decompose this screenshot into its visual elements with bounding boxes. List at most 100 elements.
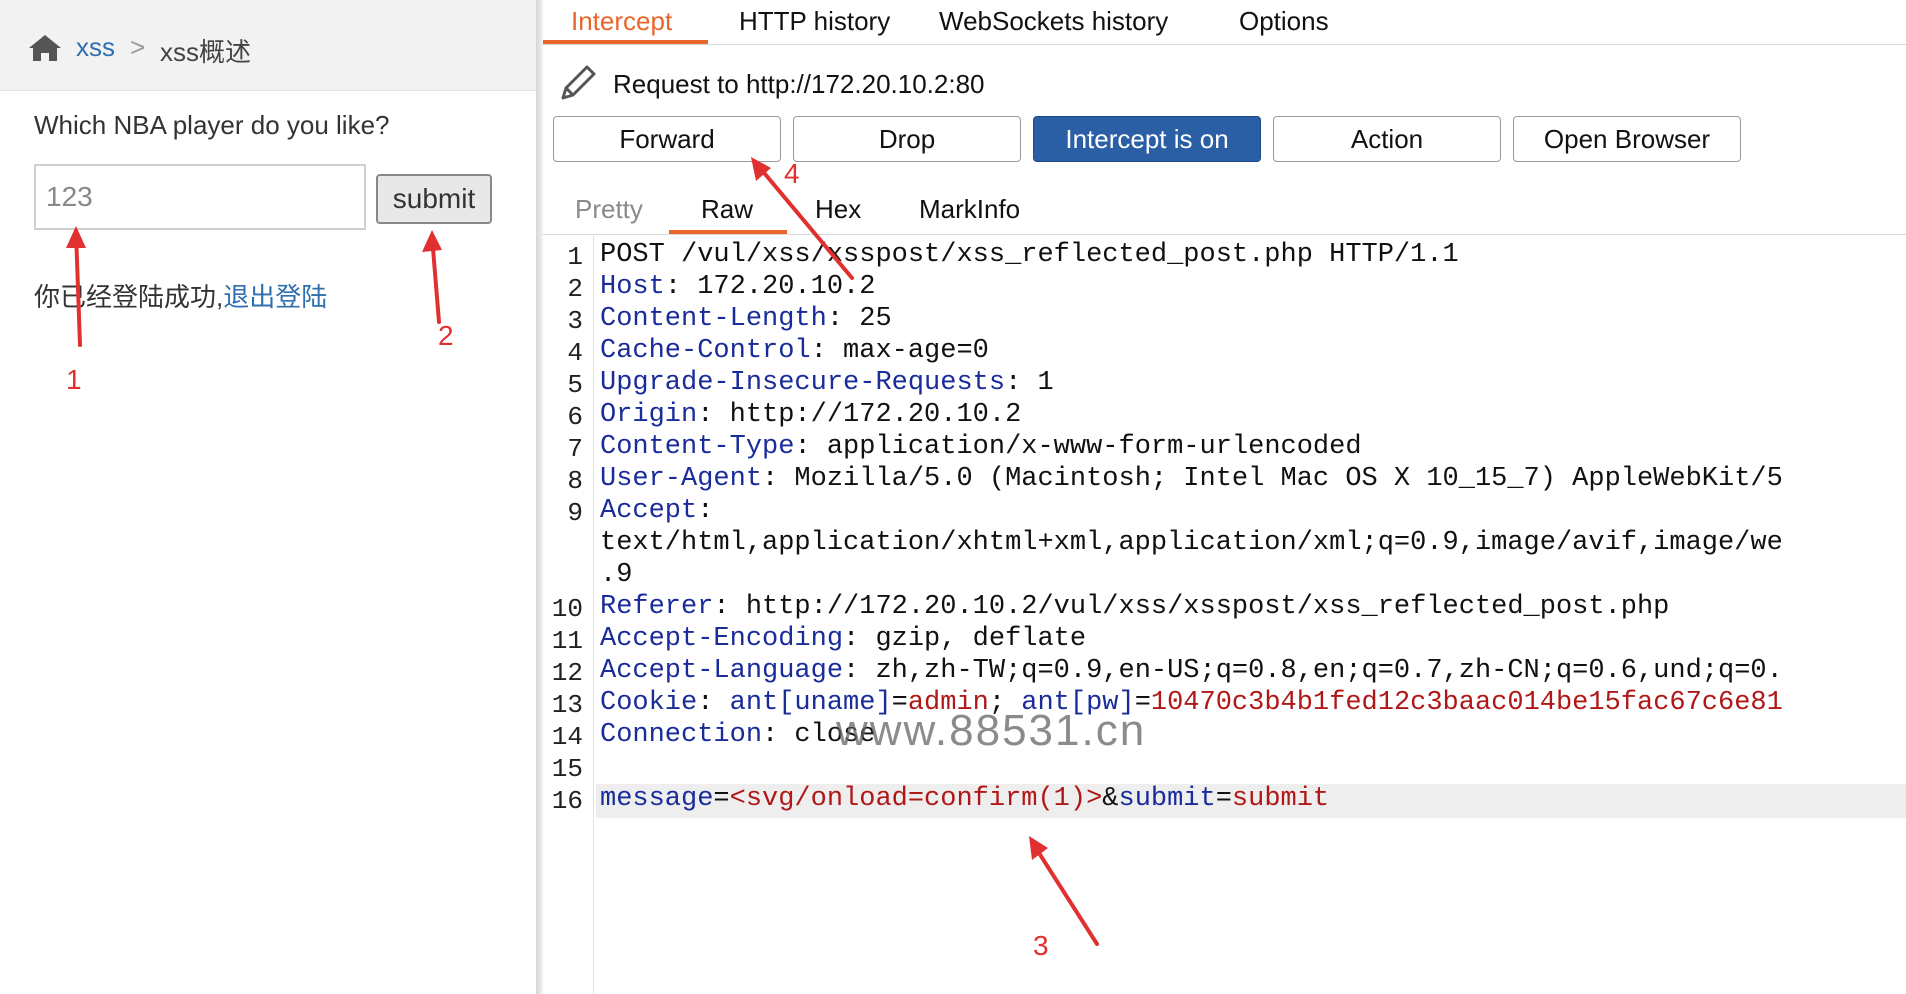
param-name: submit (1118, 784, 1216, 814)
line-number: 15 (551, 754, 583, 784)
message-view-tabs: Pretty Raw Hex MarkInfo (543, 186, 1906, 235)
header-value: : 25 (826, 304, 892, 334)
header-value: : http://172.20.10.2 (697, 400, 1022, 430)
action-button[interactable]: Action (1273, 116, 1501, 162)
header-key: Content-Length (600, 304, 827, 334)
header-key: Origin (600, 400, 698, 430)
annotation-4: 4 (784, 158, 800, 189)
header-value: : zh,zh-TW;q=0.9,en-US;q=0.8,en;q=0.7,zh… (843, 656, 1783, 686)
header-value: : 172.20.10.2 (664, 272, 876, 302)
header-key: Accept (600, 496, 698, 526)
login-status-text: 你已经登陆成功, (34, 282, 224, 312)
header-key: Upgrade-Insecure-Requests (600, 368, 1006, 398)
header-value: : 1 (1005, 368, 1054, 398)
header-value: : application/x-www-form-urlencoded (794, 432, 1362, 462)
header-line: Host: 172.20.10.2 (600, 272, 875, 302)
submit-button[interactable]: submit (376, 174, 492, 224)
body-line: message=<svg/onload=confirm(1)>&submit=s… (600, 784, 1329, 814)
forward-button[interactable]: Forward (553, 116, 781, 162)
header-key: Cookie (600, 688, 698, 718)
annotation-1: 1 (66, 364, 82, 395)
header-key: Accept-Language (600, 656, 844, 686)
active-subtab-indicator (669, 230, 787, 234)
annotation-3: 3 (1033, 930, 1049, 961)
line-number-gutter: 1 2 3 4 5 6 7 8 9 10 11 12 13 14 15 16 (543, 236, 594, 994)
header-value: : Mozilla/5.0 (Macintosh; Intel Mac OS X… (762, 464, 1783, 494)
param-name: message (600, 784, 714, 814)
drop-button[interactable]: Drop (793, 116, 1021, 162)
header-key: User-Agent (600, 464, 763, 494)
header-value: : (697, 496, 714, 526)
header-line: Accept-Language: zh,zh-TW;q=0.9,en-US;q=… (600, 656, 1783, 686)
param-ampersand: & (1102, 784, 1119, 814)
header-line: Accept-Encoding: gzip, deflate (600, 624, 1086, 654)
request-line-text: POST /vul/xss/xsspost/xss_reflected_post… (600, 240, 1459, 270)
tab-raw[interactable]: Raw (701, 194, 753, 225)
active-tab-indicator (543, 40, 708, 44)
line-number: 2 (567, 274, 583, 304)
param-value: submit (1231, 784, 1330, 814)
header-line: Cache-Control: max-age=0 (600, 336, 989, 366)
header-value: : http://172.20.10.2/vul/xss/xsspost/xss… (713, 592, 1670, 622)
tab-pretty[interactable]: Pretty (575, 194, 643, 225)
breadcrumb-separator: > (130, 32, 146, 62)
line-number: 10 (551, 594, 583, 624)
tab-hex[interactable]: Hex (815, 194, 861, 225)
open-browser-button[interactable]: Open Browser (1513, 116, 1741, 162)
header-value: text/html,application/xhtml+xml,applicat… (600, 528, 1783, 558)
cookie-separator: : (697, 688, 730, 718)
line-number: 12 (551, 658, 583, 688)
tab-markinfo[interactable]: MarkInfo (919, 194, 1020, 225)
param-equals: = (1215, 784, 1232, 814)
line-number: 14 (551, 722, 583, 752)
breadcrumb-xss-link[interactable]: xss (76, 32, 115, 63)
header-line: Content-Type: application/x-www-form-url… (600, 432, 1362, 462)
header-line: Origin: http://172.20.10.2 (600, 400, 1021, 430)
line-number: 8 (567, 466, 583, 496)
logout-link[interactable]: 退出登陆 (223, 282, 327, 312)
header-key: Host (600, 272, 665, 302)
watermark: www.88531.cn (836, 706, 1147, 755)
line-number: 3 (567, 306, 583, 336)
burp-proxy-panel: Intercept HTTP history WebSockets histor… (543, 0, 1906, 994)
line-number: 9 (567, 498, 583, 528)
header-line: Content-Length: 25 (600, 304, 892, 334)
web-page: xss > xss概述 Which NBA player do you like… (0, 0, 540, 994)
player-input[interactable]: 123 (34, 164, 366, 230)
proxy-tabs: Intercept HTTP history WebSockets histor… (543, 0, 1906, 45)
question-label: Which NBA player do you like? (34, 110, 390, 140)
tab-intercept[interactable]: Intercept (571, 6, 672, 37)
line-number: 4 (567, 338, 583, 368)
line-number: 13 (551, 690, 583, 720)
line-number: 5 (567, 370, 583, 400)
tab-websockets-history[interactable]: WebSockets history (939, 6, 1168, 37)
cookie-value: 10470c3b4b1fed12c3baac014be15fac67c6e81 (1150, 688, 1783, 718)
breadcrumb: xss > xss概述 (0, 0, 540, 91)
header-value: .9 (600, 560, 633, 590)
param-equals: = (713, 784, 730, 814)
header-line: Connection: close (600, 720, 875, 750)
line-number: 11 (551, 626, 583, 656)
header-continuation: .9 (600, 560, 632, 590)
header-line: Referer: http://172.20.10.2/vul/xss/xssp… (600, 592, 1669, 622)
header-key: Cache-Control (600, 336, 811, 366)
header-key: Referer (600, 592, 714, 622)
header-key: Accept-Encoding (600, 624, 844, 654)
header-value: : gzip, deflate (843, 624, 1087, 654)
tab-http-history[interactable]: HTTP history (739, 6, 890, 37)
header-key: Content-Type (600, 432, 795, 462)
home-icon[interactable] (28, 34, 62, 62)
line-number: 6 (567, 402, 583, 432)
header-line: Upgrade-Insecure-Requests: 1 (600, 368, 1054, 398)
param-value-payload: <svg/onload=confirm(1)> (729, 784, 1103, 814)
request-editor[interactable]: POST /vul/xss/xsspost/xss_reflected_post… (596, 236, 1906, 994)
line-number: 16 (551, 786, 583, 816)
tab-options[interactable]: Options (1239, 6, 1329, 37)
request-line: POST /vul/xss/xsspost/xss_reflected_post… (600, 240, 1459, 270)
intercept-toggle-button[interactable]: Intercept is on (1033, 116, 1261, 162)
header-value: : max-age=0 (810, 336, 989, 366)
header-key: Connection (600, 720, 763, 750)
header-continuation: text/html,application/xhtml+xml,applicat… (600, 528, 1783, 558)
breadcrumb-current-page: xss概述 (160, 37, 252, 67)
annotation-2: 2 (438, 320, 454, 351)
